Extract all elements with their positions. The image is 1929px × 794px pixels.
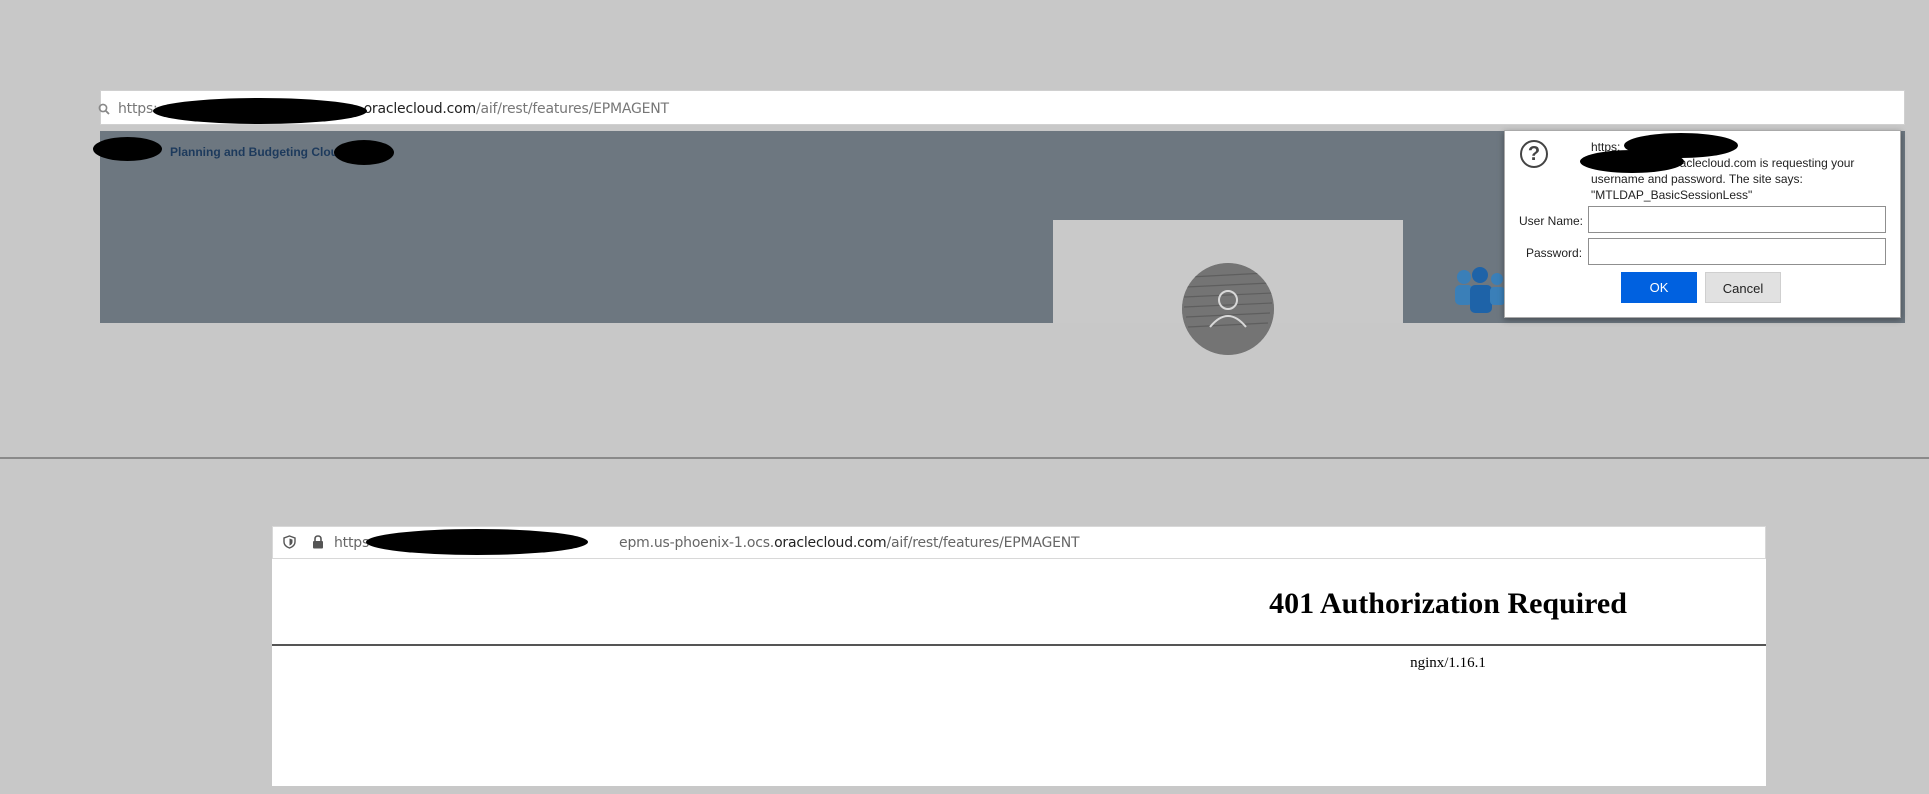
- ok-button[interactable]: OK: [1621, 272, 1697, 303]
- username-field[interactable]: [1588, 206, 1886, 233]
- people-icon: [1455, 267, 1505, 313]
- cancel-button[interactable]: Cancel: [1705, 272, 1781, 303]
- redaction-mark: [93, 137, 162, 161]
- url-host: oraclecloud.com: [363, 101, 477, 117]
- redaction-mark: [334, 140, 394, 165]
- search-icon: [98, 103, 110, 115]
- username-label: User Name:: [1519, 214, 1584, 228]
- url-prefix: https:: [118, 101, 158, 117]
- redaction-mark: [1580, 150, 1684, 173]
- password-field[interactable]: [1588, 238, 1886, 265]
- dialog-message-line4: "MTLDAP_BasicSessionLess": [1591, 188, 1753, 202]
- password-label: Password:: [1526, 246, 1583, 260]
- url-path: /aif/rest/features/EPMAGENT: [475, 101, 669, 117]
- server-info: nginx/1.16.1: [1410, 655, 1486, 671]
- question-icon: ?: [1520, 140, 1548, 168]
- lock-icon[interactable]: [312, 535, 324, 549]
- redaction-mark: [366, 529, 588, 555]
- horizontal-rule: [272, 644, 1766, 646]
- error-title: 401 Authorization Required: [1269, 587, 1627, 620]
- url-host: oraclecloud.com: [774, 535, 887, 551]
- avatar-icon: [1182, 263, 1274, 355]
- shield-icon[interactable]: [283, 535, 296, 549]
- app-title: Planning and Budgeting Cloud: [170, 145, 346, 159]
- url-path: /aif/rest/features/EPMAGENT: [886, 535, 1080, 551]
- url-prefix: https: [334, 535, 370, 551]
- redaction-mark: [153, 98, 367, 124]
- dialog-message-line3: username and password. The site says:: [1591, 172, 1803, 186]
- url-subdomain: epm.us-phoenix-1.ocs.: [619, 535, 775, 551]
